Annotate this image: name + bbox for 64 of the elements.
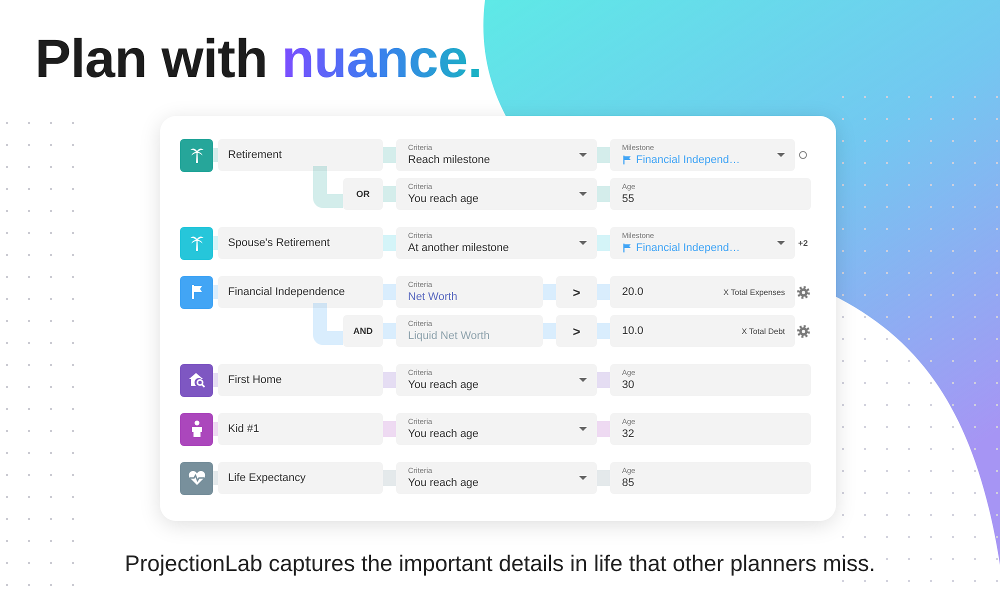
flag-icon xyxy=(190,284,204,300)
connector-bar xyxy=(597,284,610,300)
connector-bar xyxy=(213,236,218,250)
connector-bar xyxy=(213,285,218,299)
dropdown-caret-icon xyxy=(777,241,785,245)
milestone-icon-tile[interactable] xyxy=(180,462,213,494)
flag-icon xyxy=(622,155,632,165)
connector-bar xyxy=(213,148,218,162)
dropdown-caret-icon xyxy=(579,241,587,245)
connector-bar xyxy=(597,323,610,339)
more-count[interactable]: +2 xyxy=(798,238,808,248)
conjunction-label[interactable]: OR xyxy=(343,178,383,210)
dropdown-caret-icon xyxy=(579,192,587,196)
person-icon xyxy=(190,420,202,438)
connector-bar xyxy=(543,323,556,339)
connector-bar xyxy=(383,323,396,339)
connector-bar xyxy=(543,284,556,300)
connector-bar xyxy=(597,421,610,437)
connector-bar xyxy=(383,470,396,486)
connector-bar xyxy=(213,471,218,485)
operator-select[interactable]: > xyxy=(556,315,597,347)
connector-bar xyxy=(597,470,610,486)
milestone-name-field[interactable]: Spouse's Retirement xyxy=(218,227,383,259)
dropdown-caret-icon xyxy=(579,153,587,157)
connector-bar xyxy=(383,284,396,300)
milestone-icon-tile[interactable] xyxy=(180,138,213,172)
milestone-name-field[interactable]: Kid #1 xyxy=(218,413,383,445)
settings-icon[interactable] xyxy=(796,324,810,338)
settings-icon[interactable] xyxy=(796,286,810,298)
value-field[interactable]: 20.0 X Total Expenses xyxy=(610,276,795,308)
connector-bar xyxy=(597,372,610,388)
milestone-name-field[interactable]: Retirement xyxy=(218,139,383,171)
connector-bar xyxy=(383,186,396,202)
connector-bar xyxy=(383,421,396,437)
caption: ProjectionLab captures the important details in life that other planners miss. xyxy=(124,551,876,577)
dropdown-caret-icon xyxy=(777,153,785,157)
connector-bar xyxy=(383,372,396,388)
connector-bar xyxy=(213,422,218,436)
milestone-icon-tile[interactable] xyxy=(180,276,213,308)
milestone-name-field[interactable]: First Home xyxy=(218,364,383,396)
status-circle-icon[interactable] xyxy=(799,151,807,159)
dropdown-caret-icon xyxy=(579,476,587,480)
house-search-icon xyxy=(188,372,206,388)
value-field[interactable]: 10.0 X Total Debt xyxy=(610,315,795,347)
dropdown-caret-icon xyxy=(579,427,587,431)
heart-pulse-icon xyxy=(188,470,206,486)
connector-bar xyxy=(383,147,396,163)
milestone-icon-tile[interactable] xyxy=(180,364,213,396)
milestone-name-field[interactable]: Life Expectancy xyxy=(218,462,383,494)
connector-bar xyxy=(597,186,610,202)
conjunction-label[interactable]: AND xyxy=(343,315,383,347)
connector-bar xyxy=(213,373,218,387)
palm-tree-icon xyxy=(188,234,204,252)
milestone-name-field[interactable]: Financial Independence xyxy=(218,276,383,308)
flag-icon xyxy=(622,243,632,253)
connector-bar xyxy=(383,235,396,251)
headline: Plan with xyxy=(35,28,268,90)
operator-select[interactable]: > xyxy=(556,276,597,308)
milestone-icon-tile[interactable] xyxy=(180,412,213,446)
connector-bar xyxy=(597,235,610,251)
milestone-icon-tile[interactable] xyxy=(180,226,213,260)
palm-tree-icon xyxy=(188,146,204,164)
dropdown-caret-icon xyxy=(579,378,587,382)
connector-bar xyxy=(597,147,610,163)
